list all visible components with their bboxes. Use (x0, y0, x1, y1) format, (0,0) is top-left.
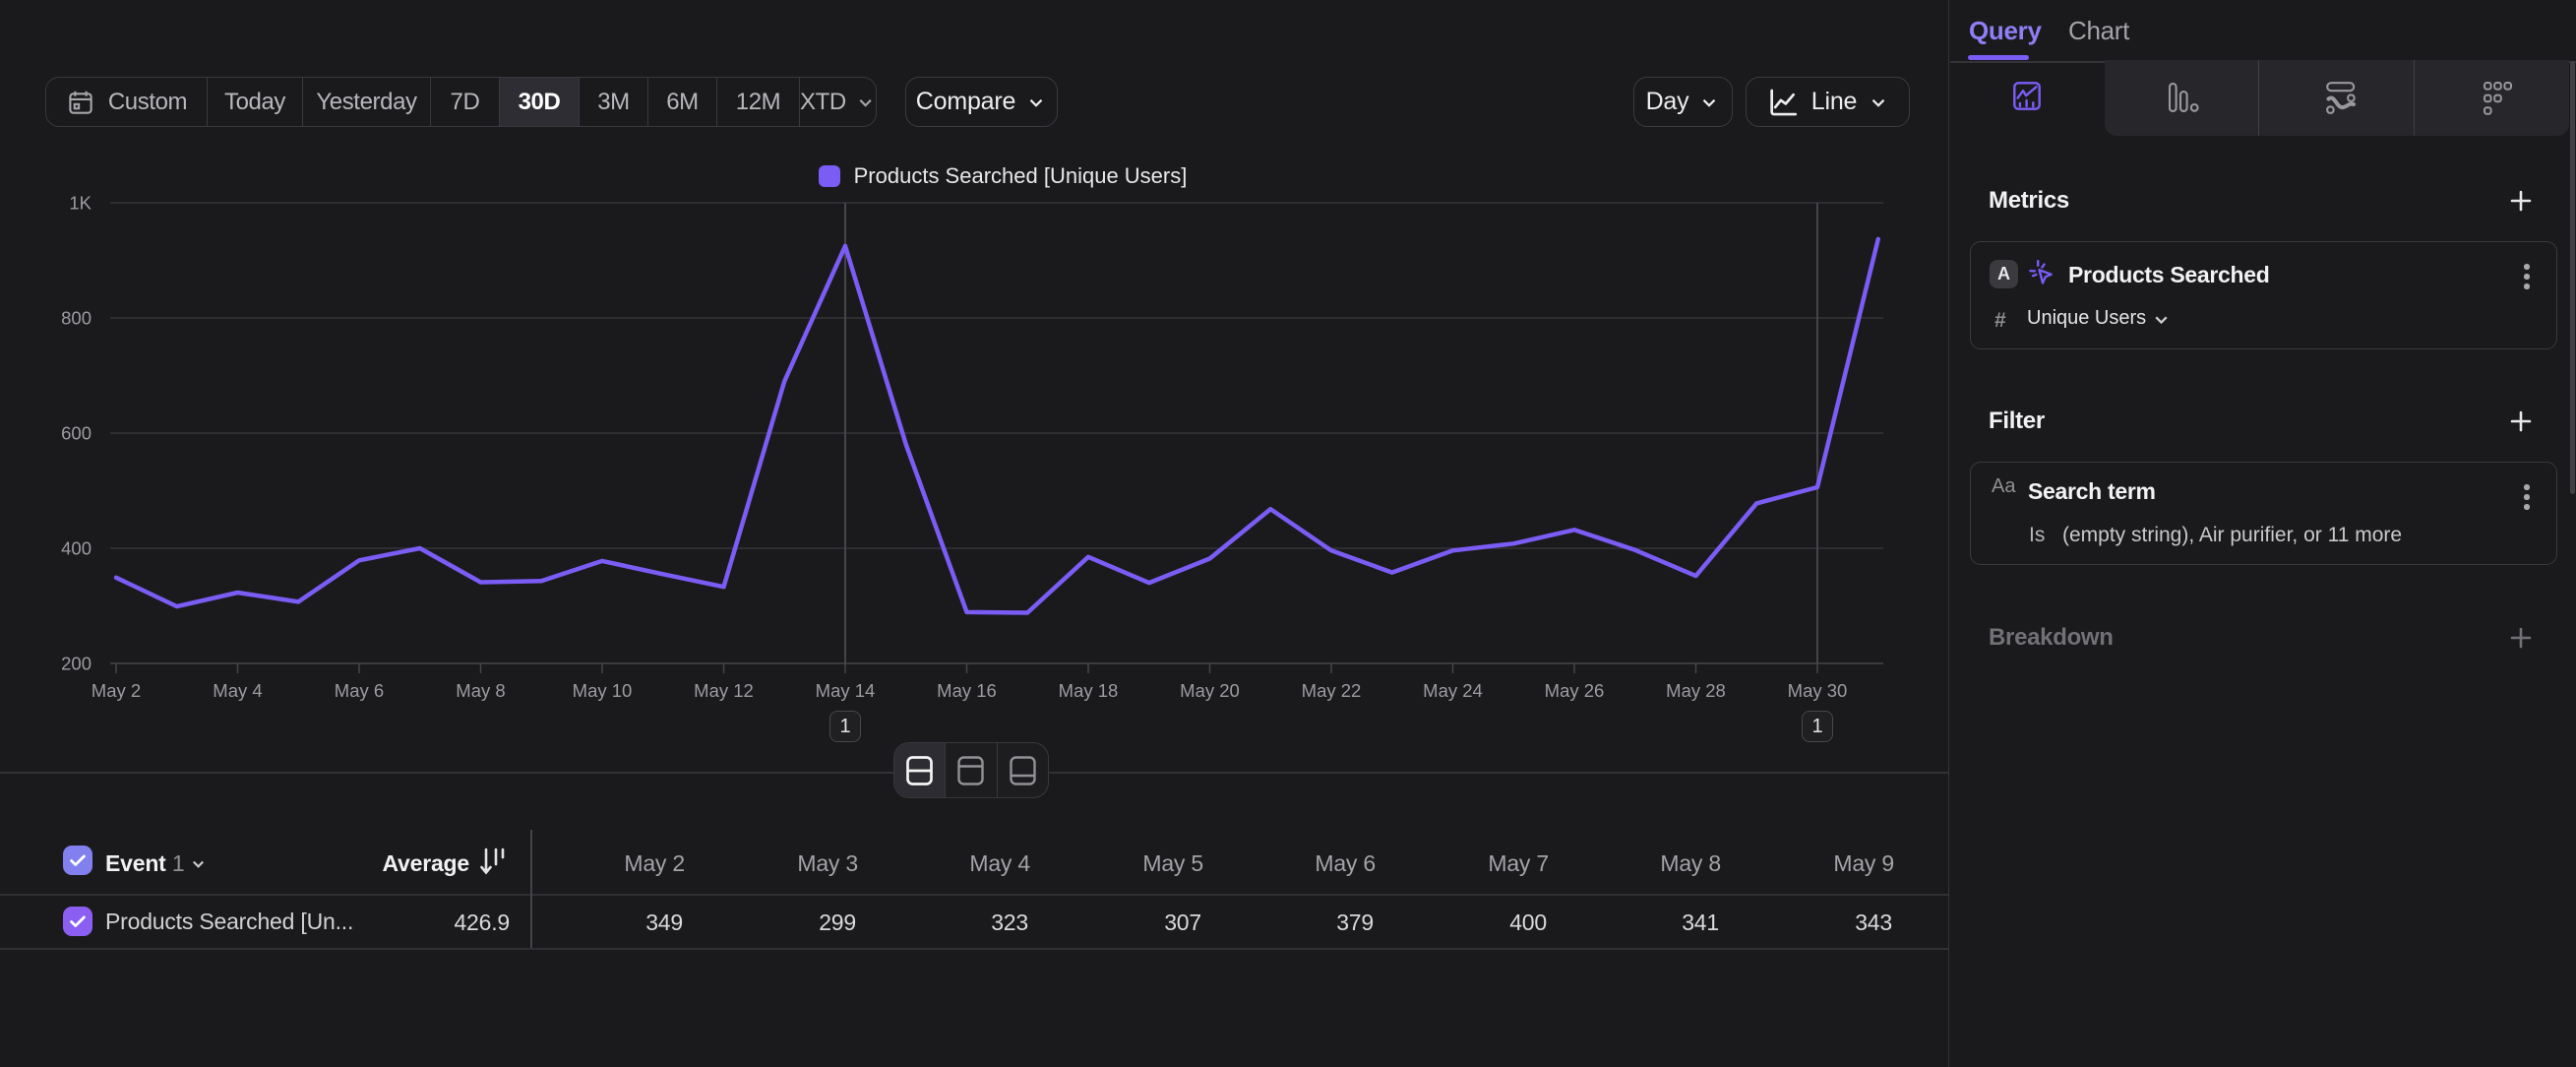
svg-text:May 28: May 28 (1666, 680, 1726, 701)
svg-text:May 14: May 14 (816, 680, 876, 701)
svg-text:1K: 1K (69, 193, 92, 214)
svg-text:800: 800 (61, 308, 92, 329)
svg-text:May 2: May 2 (92, 680, 141, 701)
svg-text:May 22: May 22 (1302, 680, 1362, 701)
svg-text:600: 600 (61, 423, 92, 444)
svg-text:May 20: May 20 (1180, 680, 1240, 701)
svg-text:200: 200 (61, 654, 92, 674)
svg-text:May 10: May 10 (573, 680, 633, 701)
svg-text:May 6: May 6 (335, 680, 384, 701)
svg-text:May 12: May 12 (694, 680, 754, 701)
svg-text:May 30: May 30 (1788, 680, 1848, 701)
svg-text:May 26: May 26 (1545, 680, 1605, 701)
svg-text:May 18: May 18 (1059, 680, 1119, 701)
svg-text:400: 400 (61, 538, 92, 559)
svg-text:May 8: May 8 (456, 680, 505, 701)
svg-text:May 4: May 4 (213, 680, 262, 701)
svg-text:May 24: May 24 (1423, 680, 1483, 701)
svg-text:May 16: May 16 (937, 680, 997, 701)
